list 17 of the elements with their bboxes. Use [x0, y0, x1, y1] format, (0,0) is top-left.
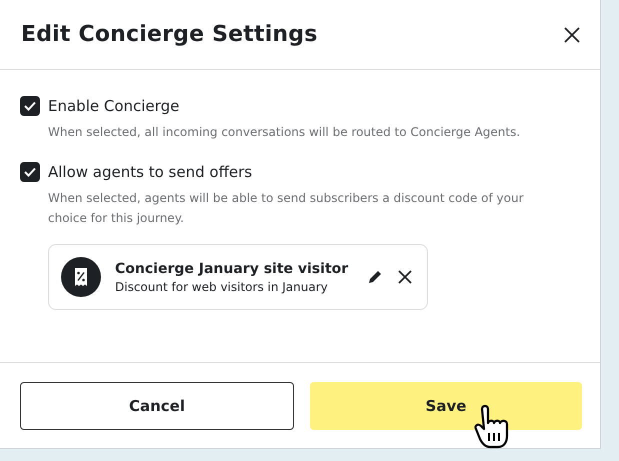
edit-button[interactable]	[367, 269, 383, 285]
checkbox-label: Allow agents to send offers	[48, 163, 252, 181]
offer-title: Concierge January site visitor	[115, 260, 350, 276]
check-icon	[24, 101, 36, 111]
checkbox-label: Enable Concierge	[48, 97, 180, 115]
option-description: When selected, agents will be able to send subscribers a discount code of your choice for this journey.	[48, 190, 525, 227]
check-icon	[24, 167, 36, 177]
offer-subtitle: Discount for web visitors in January	[115, 280, 329, 294]
close-button[interactable]	[564, 26, 580, 42]
save-button[interactable]: Save	[310, 382, 582, 430]
cancel-button[interactable]: Cancel	[20, 382, 294, 430]
checkbox[interactable]	[20, 96, 40, 116]
remove-button[interactable]	[397, 269, 413, 285]
option-description: When selected, all incoming conversations will be routed to Concierge Agents.	[48, 124, 522, 141]
coupon-icon	[61, 257, 101, 297]
dialog-title: Edit Concierge Settings	[21, 22, 318, 47]
checkbox[interactable]	[20, 162, 40, 182]
